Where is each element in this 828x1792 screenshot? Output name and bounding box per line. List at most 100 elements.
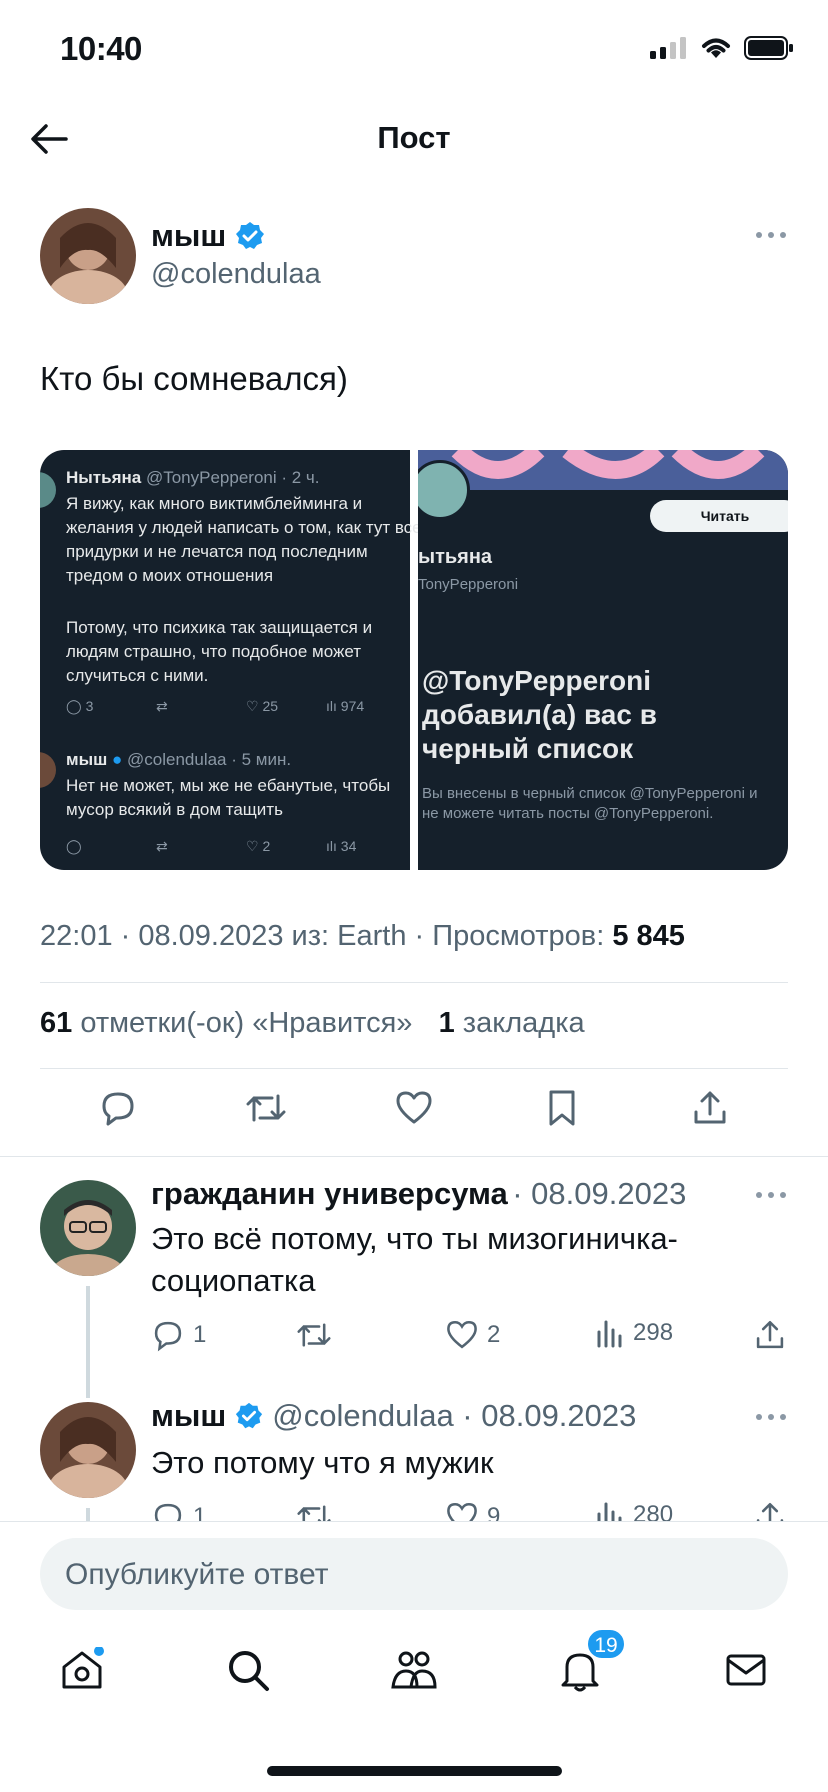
tab-home[interactable]: [54, 1642, 110, 1698]
divider: [0, 1521, 828, 1522]
divider: [40, 982, 788, 983]
reply-avatar[interactable]: [40, 1402, 136, 1498]
reply-header: мыш @colendulaa · 08.09.2023: [151, 1398, 636, 1434]
reply-meta: · 08.09.2023: [512, 1176, 687, 1211]
tweet1-header: Нытьяна @TonyPepperoni · 2 ч.: [66, 466, 426, 490]
tweet-avatar: [40, 472, 56, 508]
reply-text: Это всё потому, что ты мизогиничка-социо…: [151, 1221, 678, 1298]
media-image-left[interactable]: Нытьяна @TonyPepperoni · 2 ч. Я вижу, ка…: [40, 450, 422, 870]
post-stats[interactable]: 61 отметки(-ок) «Нравится» 1 закладка: [40, 1007, 585, 1040]
bottom-tab-bar: 19: [0, 1628, 828, 1720]
media-image-right[interactable]: Читать ытьяна TonyPepperoni @TonyPeppero…: [418, 450, 788, 870]
repost-button[interactable]: [244, 1086, 288, 1130]
tab-messages[interactable]: [718, 1642, 774, 1698]
reply-like-button[interactable]: 2: [445, 1318, 500, 1352]
reply-share-button[interactable]: [753, 1318, 787, 1352]
tweet1-views: 974: [340, 698, 365, 714]
share-icon: [756, 1320, 784, 1349]
likes-label: отметки(-ок) «Нравится»: [80, 1007, 413, 1039]
views-icon: [597, 1502, 622, 1521]
bookmark-button[interactable]: [540, 1086, 584, 1130]
divider: [0, 1156, 828, 1157]
author-name: мыш: [151, 218, 227, 253]
heart-icon: [447, 1320, 477, 1349]
page-title: Пост: [377, 120, 451, 155]
profile-handle: TonyPepperoni: [418, 576, 519, 593]
post-media[interactable]: Нытьяна @TonyPepperoni · 2 ч. Я вижу, ка…: [40, 450, 788, 870]
divider: [40, 1068, 788, 1069]
more-options-icon[interactable]: [756, 1412, 788, 1422]
thread-line: [86, 1286, 90, 1398]
reply-compose-input[interactable]: Опубликуйте ответ: [40, 1538, 788, 1610]
reply-reply-button[interactable]: 1: [151, 1318, 206, 1352]
tweet1-text2: Потому, что психика так защищается и люд…: [66, 618, 373, 685]
repost-icon: [246, 1094, 286, 1122]
tweet1-actions: ◯ 3 ⇄ ♡ 25 ılı 974: [66, 698, 365, 714]
repost-icon: [297, 1505, 331, 1521]
verified-badge-icon: [236, 1402, 263, 1429]
status-icons: [650, 36, 794, 60]
tweet2-text: Нет не может, мы же не ебанутые, чтобы м…: [66, 776, 391, 819]
battery-icon: [744, 36, 793, 60]
reply-name[interactable]: гражданин универсума: [151, 1176, 508, 1211]
reply-views-button[interactable]: 298: [595, 1318, 673, 1348]
tweet2-actions: ◯ ⇄ ♡ 2 ılı 34: [66, 838, 357, 854]
author-avatar[interactable]: [40, 208, 136, 304]
reply-button[interactable]: [96, 1086, 140, 1130]
reply-like-button[interactable]: 9: [445, 1500, 500, 1521]
tab-communities[interactable]: [386, 1642, 442, 1698]
views-count: 298: [633, 1319, 674, 1346]
mail-icon: [726, 1654, 766, 1686]
post-views: 5 845: [612, 920, 685, 952]
wifi-icon: [702, 38, 730, 58]
tweet1-name: Нытьяна: [66, 468, 142, 487]
reply-actions: 1 9 280: [151, 1500, 791, 1521]
post-text: Кто бы сомневался): [40, 360, 348, 397]
reply-icon: [154, 1503, 182, 1521]
tweet1-replies: 3: [85, 698, 94, 714]
reply-views-button[interactable]: 280: [595, 1500, 673, 1521]
author-name-row[interactable]: мыш: [151, 218, 266, 254]
tweet2-likes: 2: [262, 838, 271, 854]
blocked-text: Вы внесены в черный список @TonyPepperon…: [422, 785, 758, 822]
tab-search[interactable]: [220, 1642, 276, 1698]
tweet2-verified-icon: ●: [112, 750, 123, 769]
follow-button[interactable]: Читать: [650, 500, 788, 532]
bookmark-icon: [549, 1090, 575, 1126]
reply-repost-button[interactable]: [295, 1318, 333, 1352]
notifications-badge: 19: [586, 1628, 626, 1660]
avatar-image: [40, 208, 136, 304]
verified-badge-icon: [236, 222, 265, 249]
like-button[interactable]: [392, 1086, 436, 1130]
profile-banner: [418, 450, 788, 490]
reply-header: гражданин универсума · 08.09.2023: [151, 1176, 686, 1212]
share-button[interactable]: [688, 1086, 732, 1130]
reply-name[interactable]: мыш: [151, 1398, 226, 1434]
post-actions: [0, 1086, 828, 1142]
search-icon: [229, 1651, 269, 1691]
heart-icon: [447, 1502, 477, 1521]
like-count: 9: [487, 1503, 501, 1521]
tweet1-likes: 25: [262, 698, 279, 714]
tweet1-handle: @TonyPepperoni · 2 ч.: [145, 468, 320, 487]
status-time: 10:40: [60, 30, 142, 67]
reply-share-button[interactable]: [753, 1500, 787, 1521]
more-options-icon[interactable]: [756, 230, 788, 240]
more-options-icon[interactable]: [756, 1190, 788, 1200]
tweet2-avatar: [40, 752, 56, 788]
profile-avatar: [418, 460, 470, 520]
thread-line: [86, 1508, 90, 1522]
likes-count: 61: [40, 1007, 73, 1039]
author-handle[interactable]: @colendulaa: [151, 258, 321, 291]
cellular-signal-icon: [650, 37, 686, 59]
reply-reply-button[interactable]: 1: [151, 1500, 206, 1521]
tweet2-views: 34: [340, 838, 357, 854]
heart-icon: [396, 1091, 432, 1124]
post-timestamp: 22:01 · 08.09.2023 из: Earth · Просмотро…: [40, 920, 613, 952]
views-count: 280: [633, 1501, 674, 1521]
tweet2-header: мыш ● @colendulaa · 5 мин.: [66, 748, 426, 772]
views-icon: [597, 1320, 622, 1348]
reply-avatar[interactable]: [40, 1180, 136, 1276]
tweet2-name: мыш: [66, 750, 108, 769]
reply-repost-button[interactable]: [295, 1500, 333, 1521]
